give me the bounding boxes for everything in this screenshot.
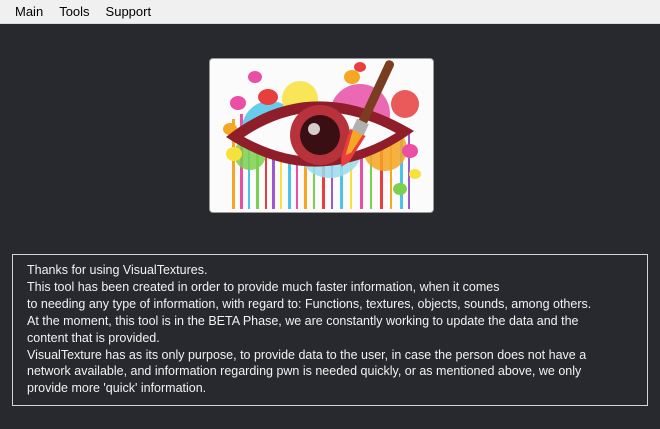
info-line: content that is provided.: [27, 330, 160, 345]
info-panel: Thanks for using VisualTextures. This to…: [12, 254, 648, 406]
menu-support[interactable]: Support: [98, 1, 160, 23]
menu-main[interactable]: Main: [7, 1, 51, 23]
info-line: This tool has been created in order to p…: [27, 279, 500, 294]
info-line: VisualTexture has as its only purpose, t…: [27, 347, 587, 362]
eye-paintbrush-logo-icon: [210, 59, 433, 212]
logo-image-frame: [209, 58, 434, 213]
info-line: provide more 'quick' information.: [27, 381, 207, 396]
info-line: At the moment, this tool is in the BETA …: [27, 313, 579, 328]
info-line: to needing any type of information, with…: [27, 296, 592, 311]
info-line: network available, and information regar…: [27, 364, 582, 379]
info-line: Thanks for using VisualTextures.: [27, 263, 208, 277]
menu-tools[interactable]: Tools: [51, 1, 97, 23]
menu-bar: Main Tools Support: [0, 0, 660, 24]
